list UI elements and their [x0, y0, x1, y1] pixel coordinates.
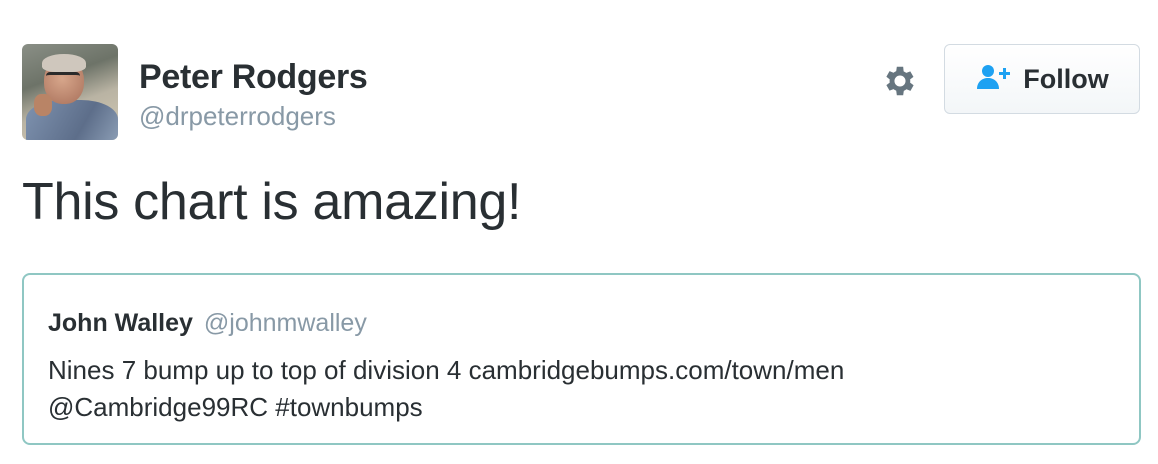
quoted-tweet-header: John Walley @johnmwalley	[48, 309, 367, 338]
quoted-author-name: John Walley	[48, 309, 193, 337]
tweet-text: This chart is amazing!	[22, 173, 522, 231]
follow-button[interactable]: Follow	[944, 44, 1140, 114]
author-handle[interactable]: @drpeterrodgers	[139, 101, 336, 132]
quoted-author-handle: @johnmwalley	[203, 309, 367, 337]
quoted-tweet[interactable]: John Walley @johnmwalley Nines 7 bump up…	[22, 273, 1141, 445]
author-name[interactable]: Peter Rodgers	[139, 58, 368, 97]
avatar[interactable]	[22, 44, 118, 140]
avatar-hand	[34, 94, 52, 116]
quoted-tweet-text-line-2: @Cambridge99RC #townbumps	[48, 392, 423, 422]
avatar-glasses	[46, 72, 80, 83]
follow-label: Follow	[1023, 63, 1109, 94]
follow-user-icon	[975, 63, 1013, 96]
quoted-tweet-text-line-1: Nines 7 bump up to top of division 4 cam…	[48, 355, 845, 385]
avatar-hair	[42, 54, 86, 72]
gear-icon[interactable]	[881, 62, 919, 100]
